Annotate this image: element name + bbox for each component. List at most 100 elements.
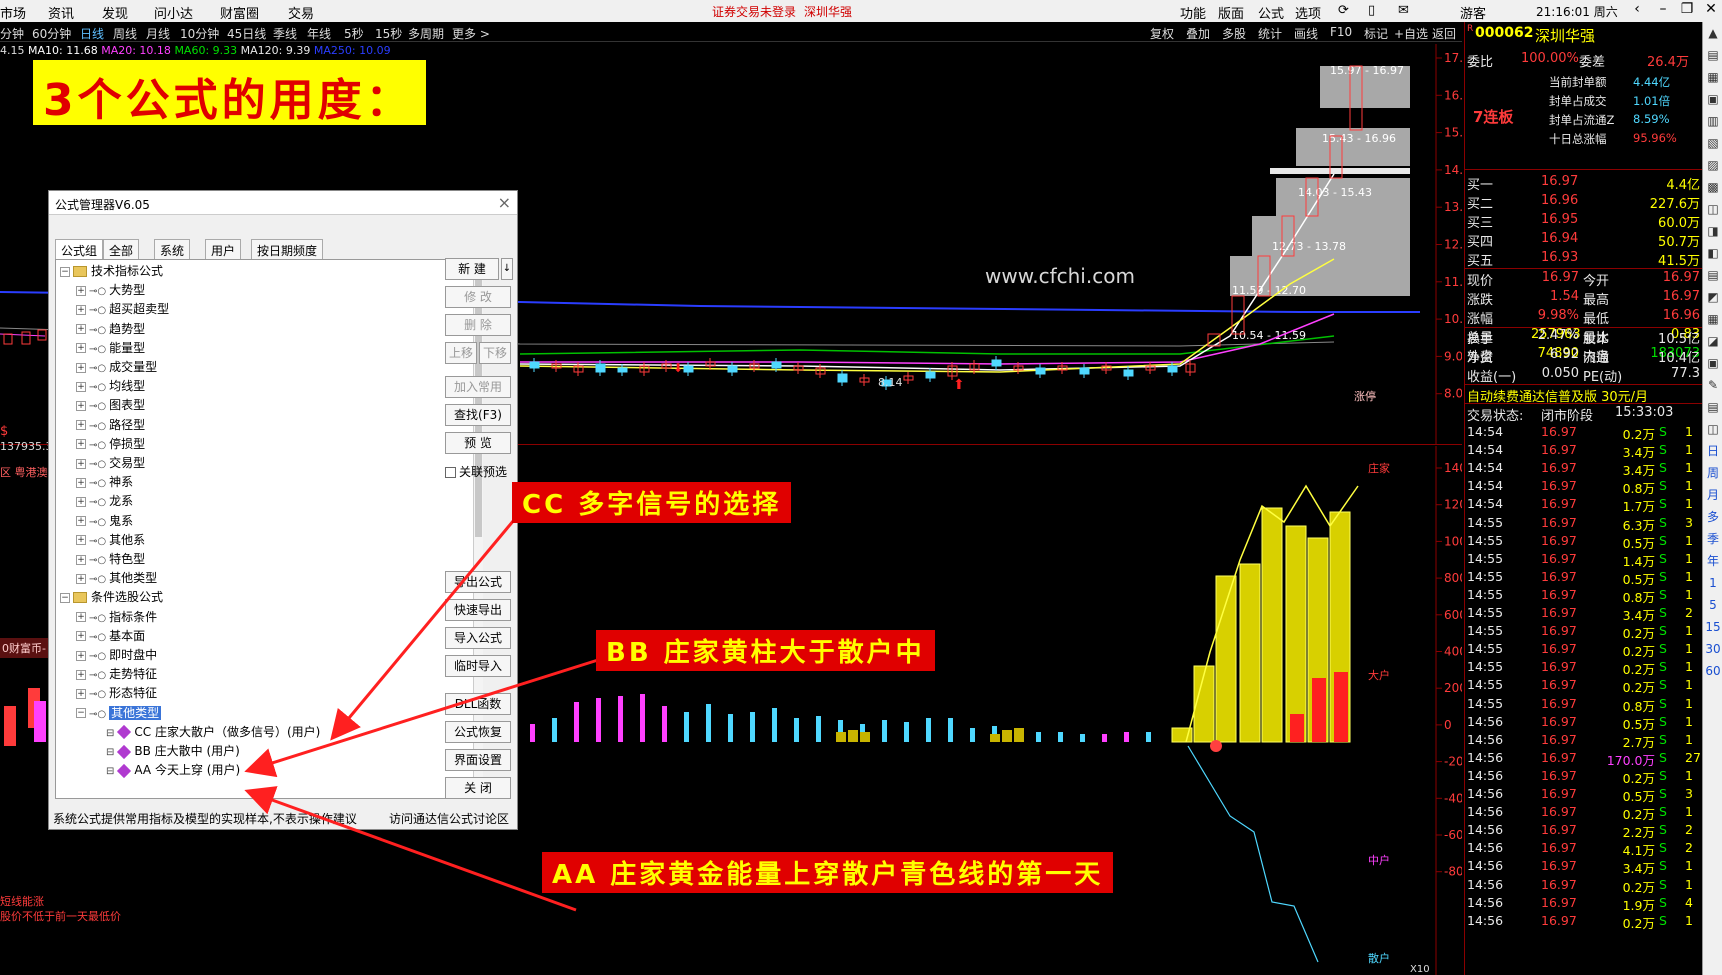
tree-item[interactable]: + ⊸○ 特色型	[76, 550, 145, 569]
tree-item[interactable]: + ⊸○ 其他系	[76, 531, 145, 550]
period-quarter[interactable]: 季线	[273, 25, 297, 42]
period-more[interactable]: 更多 >	[452, 25, 490, 42]
menu-layout[interactable]: 版面	[1218, 3, 1244, 22]
tool-restore-rights[interactable]: 复权	[1150, 25, 1174, 42]
left-region[interactable]: 区 粤港澳	[0, 464, 48, 480]
tree-root-condition[interactable]: − 条件选股公式	[60, 588, 163, 607]
back-icon[interactable]: ‹	[1626, 1, 1648, 17]
tree-item[interactable]: + ⊸○ 神系	[76, 473, 133, 492]
tab-system[interactable]: 系统	[154, 239, 191, 259]
quick-export-button[interactable]: 快速导出	[445, 599, 511, 621]
expand-icon[interactable]: +	[76, 554, 86, 565]
expand-icon[interactable]: +	[76, 516, 86, 527]
period-minute[interactable]: 分钟	[0, 25, 24, 42]
menu-news[interactable]: 资讯	[48, 3, 74, 22]
expand-icon[interactable]: +	[76, 439, 86, 450]
toolbar-icon[interactable]: ◪	[1703, 330, 1722, 352]
expand-icon[interactable]: +	[76, 381, 86, 392]
formula-tree[interactable]: − 技术指标公式 + ⊸○ 大势型 + ⊸○ 超买超卖型 + ⊸○ 趋势型 + ⊸○ 能量型 + ⊸○ 成交量型…	[55, 259, 481, 799]
modify-button[interactable]: 修 改	[445, 286, 511, 308]
delete-button[interactable]: 删 除	[445, 314, 511, 336]
minimize-icon[interactable]: –	[1652, 1, 1674, 17]
toolbar-icon[interactable]: ▥	[1703, 110, 1722, 132]
preview-button[interactable]: 预 览	[445, 432, 511, 454]
new-button[interactable]: 新 建	[445, 258, 499, 280]
tree-item[interactable]: + ⊸○ 基本面	[76, 627, 145, 646]
expand-icon[interactable]: +	[76, 631, 86, 642]
period-shortcut[interactable]: 30	[1703, 638, 1722, 660]
toolbar-icon[interactable]: ▤	[1703, 44, 1722, 66]
period-shortcut[interactable]: 1	[1703, 572, 1722, 594]
login-warning[interactable]: 证券交易未登录	[712, 3, 796, 20]
stock-name[interactable]: 深圳华强	[1535, 25, 1595, 46]
toolbar-icon[interactable]: ▣	[1703, 88, 1722, 110]
period-daily[interactable]: 日线	[80, 25, 104, 42]
import-formula-button[interactable]: 导入公式	[445, 627, 511, 649]
menu-discover[interactable]: 发现	[102, 3, 128, 22]
tree-item[interactable]: + ⊸○ 形态特征	[76, 684, 157, 703]
period-monthly[interactable]: 月线	[146, 25, 170, 42]
tree-item[interactable]: + ⊸○ 成交量型	[76, 358, 157, 377]
formula-item[interactable]: ⊟ CC 庄家大散户（做多信号）(用户)	[106, 723, 320, 742]
move-down-button[interactable]: 下移	[479, 342, 511, 364]
tree-item[interactable]: + ⊸○ 均线型	[76, 377, 145, 396]
menu-market[interactable]: 市场	[0, 3, 26, 22]
tree-item[interactable]: + ⊸○ 指标条件	[76, 608, 157, 627]
tool-multi-stock[interactable]: 多股	[1222, 25, 1246, 42]
menu-formula[interactable]: 公式	[1258, 3, 1284, 22]
tool-stats[interactable]: 统计	[1258, 25, 1282, 42]
tree-item-selected[interactable]: − ⊸○ 其他类型	[76, 704, 162, 723]
user-label[interactable]: 游客	[1460, 3, 1486, 22]
checkbox-box[interactable]	[445, 467, 456, 478]
period-shortcut[interactable]: 季	[1703, 528, 1722, 550]
forum-link[interactable]: 访问通达信公式讨论区	[389, 810, 509, 827]
expand-icon[interactable]: +	[76, 477, 86, 488]
tree-item[interactable]: + ⊸○ 龙系	[76, 492, 133, 511]
tool-f10[interactable]: F10	[1330, 25, 1352, 39]
toolbar-icon[interactable]: ▩	[1703, 176, 1722, 198]
ui-settings-button[interactable]: 界面设置	[445, 749, 511, 771]
menu-fortune[interactable]: 财富圈	[220, 3, 259, 22]
menu-trade[interactable]: 交易	[288, 3, 314, 22]
dialog-close-icon[interactable]: ×	[498, 193, 511, 212]
expand-icon[interactable]: +	[76, 304, 86, 315]
expand-icon[interactable]: +	[76, 612, 86, 623]
close-icon[interactable]: ✕	[1700, 1, 1722, 17]
period-shortcut[interactable]: 周	[1703, 462, 1722, 484]
expand-icon[interactable]: +	[76, 400, 86, 411]
collapse-icon[interactable]: −	[60, 592, 70, 603]
dll-function-button[interactable]: DLL函数	[445, 693, 511, 715]
menu-function[interactable]: 功能	[1180, 3, 1206, 22]
expand-icon[interactable]: +	[76, 420, 86, 431]
export-formula-button[interactable]: 导出公式	[445, 571, 511, 593]
tree-item[interactable]: + ⊸○ 停损型	[76, 435, 145, 454]
refresh-icon[interactable]: ⟳	[1338, 3, 1349, 18]
tab-formula-group[interactable]: 公式组	[55, 239, 104, 259]
tree-item[interactable]: + ⊸○ 其他类型	[76, 569, 157, 588]
period-year[interactable]: 年线	[307, 25, 331, 42]
tree-item[interactable]: + ⊸○ 图表型	[76, 396, 145, 415]
expand-icon[interactable]: +	[76, 285, 86, 296]
toolbar-icon[interactable]: ▦	[1703, 66, 1722, 88]
tree-item[interactable]: + ⊸○ 鬼系	[76, 512, 133, 531]
dialog-titlebar[interactable]: 公式管理器V6.05 ×	[49, 191, 517, 215]
find-button[interactable]: 查找(F3)	[445, 404, 511, 426]
toolbar-icon[interactable]: ▦	[1703, 308, 1722, 330]
period-shortcut[interactable]: 15	[1703, 616, 1722, 638]
scroll-up-icon[interactable]: ▲	[1703, 22, 1722, 44]
period-10min[interactable]: 10分钟	[180, 25, 219, 42]
period-shortcut[interactable]: 多	[1703, 506, 1722, 528]
period-60min[interactable]: 60分钟	[32, 25, 71, 42]
period-weekly[interactable]: 周线	[113, 25, 137, 42]
period-shortcut[interactable]: 日	[1703, 440, 1722, 462]
expand-icon[interactable]: +	[76, 496, 86, 507]
period-multi[interactable]: 多周期	[408, 25, 444, 42]
toolbar-icon[interactable]: ◫	[1703, 418, 1722, 440]
period-shortcut[interactable]: 月	[1703, 484, 1722, 506]
toolbar-icon[interactable]: ◩	[1703, 286, 1722, 308]
tab-user[interactable]: 用户	[205, 239, 242, 259]
toolbar-icon[interactable]: ✎	[1703, 374, 1722, 396]
tree-item[interactable]: + ⊸○ 走势特征	[76, 665, 157, 684]
toolbar-icon[interactable]: ◫	[1703, 198, 1722, 220]
period-shortcut[interactable]: 年	[1703, 550, 1722, 572]
